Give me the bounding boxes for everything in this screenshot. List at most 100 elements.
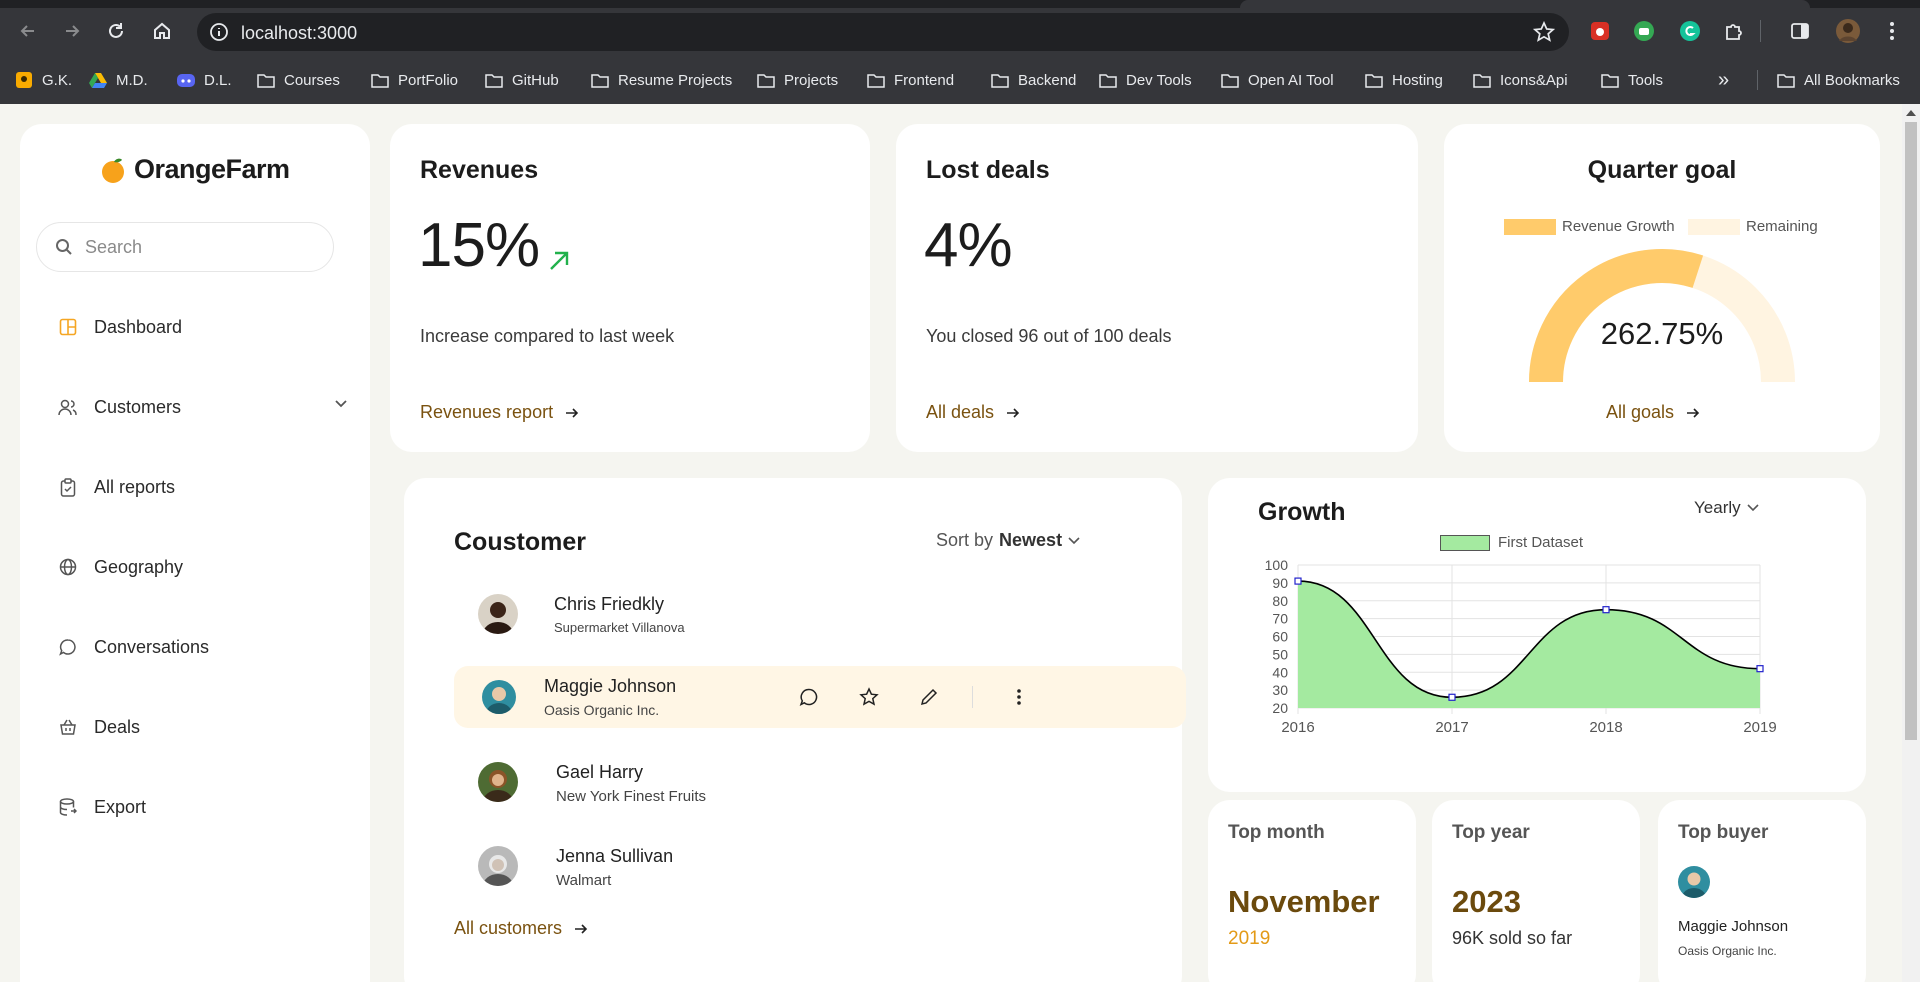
- folder-icon: [1220, 71, 1240, 89]
- top-year-sold: 96K sold so far: [1452, 928, 1573, 948]
- y-tick-label: 90: [1272, 575, 1288, 591]
- card-title: Quarter goal: [1587, 156, 1737, 184]
- sidebar-item-deals[interactable]: Deals: [58, 712, 348, 742]
- menu-kebab-icon[interactable]: [1878, 17, 1906, 45]
- card-title: Top year: [1452, 822, 1530, 843]
- lost-deals-card: Lost deals 4% You closed 96 out of 100 d…: [896, 124, 1418, 452]
- bookmark-folder-portfolio[interactable]: PortFolio: [370, 68, 458, 92]
- bookmark-label: M.D.: [116, 71, 148, 89]
- brand-logo[interactable]: OrangeFarm: [100, 154, 290, 185]
- extensions-puzzle-icon[interactable]: [1720, 17, 1748, 45]
- bookmarks-bar: G.K. M.D. D.L. Courses PortFolio GitHub …: [0, 64, 1920, 96]
- trend-up-arrow-icon: [550, 251, 569, 270]
- y-tick-label: 50: [1272, 646, 1288, 662]
- bookmark-folder-github[interactable]: GitHub: [484, 68, 559, 92]
- legend-swatch: [1504, 218, 1556, 235]
- address-bar[interactable]: localhost:3000: [197, 13, 1569, 51]
- scroll-up-arrow-icon[interactable]: [1906, 110, 1916, 116]
- bookmarks-overflow-button[interactable]: »: [1718, 68, 1729, 92]
- site-info-icon[interactable]: [209, 22, 229, 47]
- bookmark-label: Hosting: [1392, 71, 1443, 89]
- sidebar-item-geography[interactable]: Geography: [58, 552, 348, 582]
- url-text[interactable]: localhost:3000: [241, 23, 357, 44]
- card-title: Top buyer: [1678, 822, 1769, 843]
- growth-chart: 100 90 80 70 6050 40 30 20 2016 2017 2018 2019: [1265, 557, 1777, 736]
- bookmark-md[interactable]: M.D.: [88, 68, 148, 92]
- sidebar-item-dashboard[interactable]: Dashboard: [58, 312, 348, 342]
- all-bookmarks-button[interactable]: All Bookmarks: [1776, 68, 1900, 92]
- more-vertical-icon[interactable]: [1008, 686, 1030, 708]
- folder-icon: [756, 71, 776, 89]
- bookmark-label: Icons&Api: [1500, 71, 1568, 89]
- gauge-legend-remaining[interactable]: Remaining: [1688, 218, 1818, 235]
- bookmark-folder-dev-tools[interactable]: Dev Tools: [1098, 68, 1192, 92]
- gauge-legend-revenue-growth[interactable]: Revenue Growth: [1504, 218, 1675, 235]
- bookmark-folder-frontend[interactable]: Frontend: [866, 68, 954, 92]
- message-icon[interactable]: [798, 686, 820, 708]
- customer-row[interactable]: Jenna Sullivan Walmart: [454, 834, 1186, 896]
- customer-row[interactable]: Chris Friedkly Supermarket Villanova: [454, 584, 1186, 646]
- extension-bug-icon[interactable]: [1586, 17, 1614, 45]
- bookmark-folder-hosting[interactable]: Hosting: [1364, 68, 1443, 92]
- extension-robot-icon[interactable]: [1630, 17, 1658, 45]
- forward-icon[interactable]: [58, 17, 86, 45]
- sort-label: Sort by: [936, 530, 994, 550]
- x-tick-label: 2016: [1281, 719, 1314, 736]
- star-icon[interactable]: [858, 686, 880, 708]
- all-deals-link[interactable]: All deals: [926, 402, 1020, 423]
- search-icon: [56, 239, 72, 255]
- action-divider: [972, 686, 973, 708]
- page-scrollbar[interactable]: [1902, 104, 1920, 982]
- sort-value: Newest: [999, 530, 1063, 550]
- customer-row[interactable]: Gael Harry New York Finest Fruits: [454, 750, 1186, 812]
- revenues-report-link[interactable]: Revenues report: [420, 402, 579, 423]
- bookmark-label: Frontend: [894, 71, 955, 89]
- active-tab[interactable]: [1240, 0, 1810, 8]
- sidebar-item-export[interactable]: Export: [58, 792, 348, 822]
- dashboard-icon: [58, 317, 78, 337]
- sidebar-item-label: Dashboard: [94, 316, 183, 337]
- avatar: [478, 594, 518, 634]
- legend-label: Remaining: [1746, 218, 1818, 235]
- bookmark-folder-projects[interactable]: Projects: [756, 68, 838, 92]
- bookmark-folder-courses[interactable]: Courses: [256, 68, 340, 92]
- back-icon[interactable]: [14, 17, 42, 45]
- customer-row-selected[interactable]: Maggie Johnson Oasis Organic Inc.: [454, 666, 1186, 728]
- bookmark-label: Tools: [1628, 71, 1664, 89]
- bookmark-folder-backend[interactable]: Backend: [990, 68, 1076, 92]
- scrollbar-thumb[interactable]: [1905, 122, 1917, 740]
- folder-icon: [990, 71, 1010, 89]
- revenues-card: Revenues 15% Increase compared to last w…: [390, 124, 870, 452]
- sidebar-item-conversations[interactable]: Conversations: [58, 632, 348, 662]
- folder-icon: [590, 71, 610, 89]
- folder-icon: [1776, 71, 1796, 89]
- quarter-goal-card: Quarter goal Revenue Growth Remaining 26…: [1444, 124, 1880, 452]
- side-panel-icon[interactable]: [1786, 17, 1814, 45]
- grammarly-icon[interactable]: [1676, 17, 1704, 45]
- bookmark-folder-open-ai-tool[interactable]: Open AI Tool: [1220, 68, 1334, 92]
- bookmark-star-icon[interactable]: [1532, 20, 1556, 48]
- discord-icon: [176, 71, 196, 89]
- edit-pencil-icon[interactable]: [918, 686, 940, 708]
- all-customers-link[interactable]: All customers: [454, 918, 588, 939]
- reload-icon[interactable]: [102, 17, 130, 45]
- top-year-value: 2023: [1452, 884, 1521, 919]
- bookmark-gk[interactable]: G.K.: [14, 68, 72, 92]
- search-input[interactable]: Search: [36, 222, 334, 272]
- arrow-right-icon: [575, 923, 588, 934]
- lost-deals-value: 4%: [924, 211, 1013, 280]
- bookmark-folder-resume-projects[interactable]: Resume Projects: [590, 68, 732, 92]
- sort-dropdown[interactable]: Sort by Newest: [936, 530, 1080, 551]
- sidebar-item-all-reports[interactable]: All reports: [58, 472, 348, 502]
- basket-icon: [58, 717, 78, 737]
- bookmark-folder-icons-api[interactable]: Icons&Api: [1472, 68, 1568, 92]
- profile-avatar[interactable]: [1834, 17, 1862, 45]
- bookmark-dl[interactable]: D.L.: [176, 68, 232, 92]
- bookmark-folder-tools[interactable]: Tools: [1600, 68, 1663, 92]
- chevron-down-icon[interactable]: [334, 399, 348, 409]
- home-icon[interactable]: [148, 17, 176, 45]
- sidebar-item-label: Export: [94, 796, 147, 817]
- folder-icon: [1098, 71, 1118, 89]
- all-goals-link[interactable]: All goals: [1606, 402, 1700, 423]
- sidebar-item-customers[interactable]: Customers: [58, 392, 348, 422]
